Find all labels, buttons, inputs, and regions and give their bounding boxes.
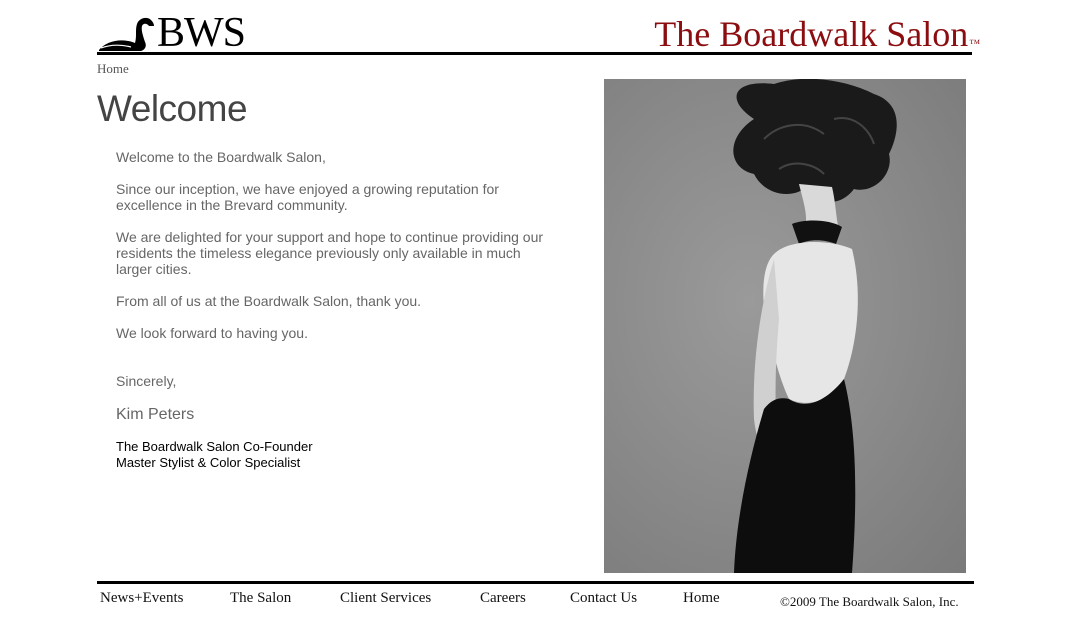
logo-text: BWS [157,10,246,56]
swan-icon [99,17,154,51]
letter-paragraph: Since our inception, we have enjoyed a g… [116,181,499,213]
signer-specialty: Master Stylist & Color Specialist [116,454,301,470]
nav-link-home[interactable]: Home [683,590,720,607]
letter-closing: Sincerely, [116,373,177,389]
model-photo [604,79,966,573]
nav-link-news-events[interactable]: News+Events [100,590,183,607]
copyright-notice: ©2009 The Boardwalk Salon, Inc. [780,594,959,609]
page-title: Welcome [97,88,248,129]
signer-name: Kim Peters [116,406,195,423]
footer-divider [97,581,974,584]
welcome-letter: Welcome to the Boardwalk Salon, Since ou… [116,149,546,470]
trademark-mark: ™ [969,38,980,50]
letter-greeting: Welcome to the Boardwalk Salon, [116,149,326,165]
nav-link-the-salon[interactable]: The Salon [230,590,291,607]
letter-paragraph: We are delighted for your support and ho… [116,229,544,277]
signer-title: The Boardwalk Salon Co-Founder [116,439,313,454]
model-silhouette [733,79,897,573]
letter-paragraph: We look forward to having you. [116,325,308,341]
header-divider [97,52,972,55]
salon-name-text: The Boardwalk Salon [654,14,969,54]
letter-paragraph: From all of us at the Boardwalk Salon, t… [116,293,422,309]
nav-link-client-services[interactable]: Client Services [340,590,431,607]
salon-name: The Boardwalk Salon™ [654,14,980,54]
nav-link-contact-us[interactable]: Contact Us [570,590,637,607]
nav-link-careers[interactable]: Careers [480,590,526,607]
bws-logo[interactable]: BWS [97,10,246,56]
breadcrumb[interactable]: Home [97,61,129,77]
